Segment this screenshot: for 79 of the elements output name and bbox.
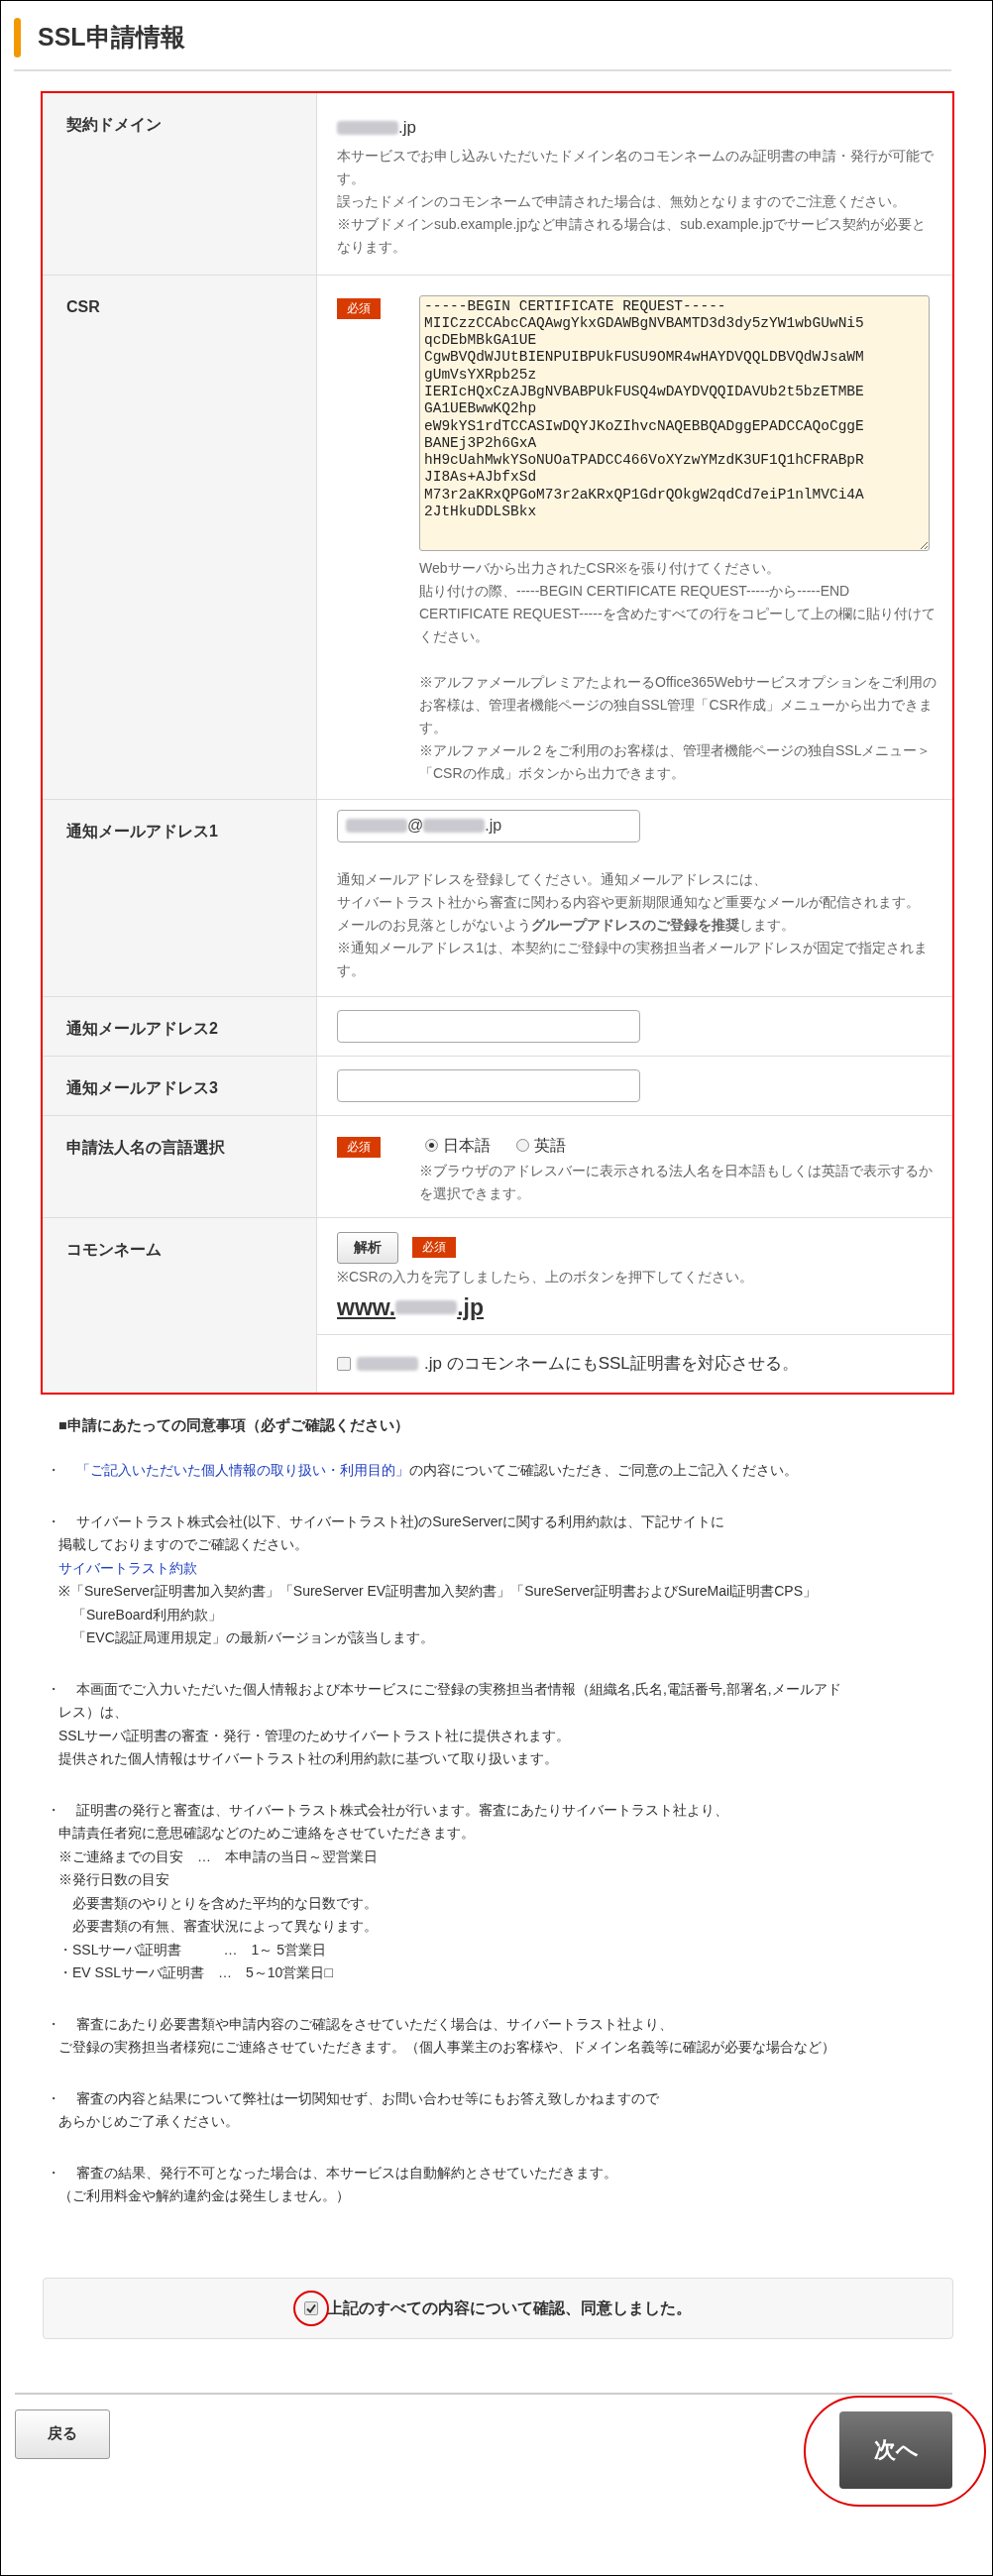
note-text: ※アルファメール２をご利用のお客様は、管理者機能ページの独自SSLメニュー＞「CSRの作成」ボタンから出力できます。 [419,740,933,783]
required-badge: 必須 [337,1136,381,1158]
email-field[interactable] [337,1068,640,1102]
agreement-heading: ■申請にあたっての同意事項（必ずご確認ください） [57,1415,410,1436]
agreement-text: あらかじめご了承ください。 [58,2113,239,2129]
agreement-text: ※発行日数の目安 [58,1871,169,1887]
agreement-text: 提供された個人情報はサイバートラスト社の利用約款に基づいて取り扱います。 [58,1750,558,1766]
bullet-mark: ・ [47,2163,58,2183]
agreement-text: 審査にあたり必要書類や申請内容のご確認をさせていただく場合は、サイバートラスト社より、 [76,2015,673,2032]
agreement-text: ・SSLサーバ証明書 … 1～ 5営業日 [58,1941,326,1958]
field-label: CSR [66,297,100,315]
note-text: ※サブドメインsub.example.jpなど申請される場合は、sub.example.jpでサービス契約が必要となります。 [337,214,928,257]
required-badge: 必須 [412,1237,456,1258]
back-button[interactable]: 戻る [15,2408,110,2459]
email-field[interactable] [337,1009,640,1043]
csr-textarea[interactable]: -----BEGIN CERTIFICATE REQUEST----- MIICzzCCAbcCAQAwgYkxGDAWBgNVBAMTD3d3dy5zYW1wbGUwNi5 qcDEbMBkGA1UE CgwBVQdWJUtBIENPUIBPUkFUSU9OMR4wHAYDVQQLDBVQdWJsaWM gUmVsYXRpb25z IERIcHQxCzAJBgNVBABPUkFUSQ4wDAYDVQQIDAVUb2t5bzETMBE GA1UEBwwKQ2hp eW9kYS1rdTCCASIwDQYJKoZIhvcNAQEBBQADggEPADCCAQoCggE BANEj3P2h6GxA hH9cUahMwkYSoNUOaTPADCC466VoXYzwYMzdK3UF1Q1hCFRABpR JI8As+AJbfxSd M73r2aKRxQPGoM73r2aKRxQP1GdrQOkgW2qdCd7eiP1nlMVCi4A 2JtHkuDDLSBkx [419,294,930,551]
field-label: 通知メールアドレス2 [66,1019,218,1037]
agreement-text: サイバートラスト株式会社(以下、サイバートラスト社)のSureServerに関する利用約款は、下記サイトに [76,1512,725,1529]
note-text: メールのお見落としがないようグループアドレスのご登録を推奨します。 [337,915,796,935]
blurred-text [395,1299,458,1314]
field-label: 通知メールアドレス3 [66,1078,218,1096]
note-text: 通知メールアドレスを登録してください。通知メールアドレスには、 [337,869,768,889]
radio-option[interactable]: 英語 [516,1133,566,1158]
agreement-text: SSLサーバ証明書の審査・発行・管理のためサイバートラスト社に提供されます。 [58,1727,571,1743]
agreement-text: 必要書類の有無、審査状況によって異なります。 [71,1918,378,1934]
agreement-text: ※「SureServer証明書加入契約書」「SureServer EV証明書加入契約書」「SureServer証明書およびSureMail証明書CPS」 [58,1583,817,1599]
note-text: 貼り付けの際、-----BEGIN CERTIFICATE REQUEST-----から-----END CERTIFICATE REQUEST-----を含めたすべての行をコピーして上の欄に貼り付けてください。 [419,581,937,646]
blurred-text [337,120,398,135]
common-name-text: .jp [457,1292,485,1322]
link[interactable]: サイバートラスト約款 [58,1559,197,1576]
common-name-text: www. [337,1292,396,1322]
option-label: .jp のコモンネームにもSSL証明書を対応させる。 [424,1353,799,1375]
bullet-mark: ・ [47,1800,58,1820]
agreement-text: 掲載しておりますのでご確認ください。 [58,1536,308,1552]
radio-option[interactable]: 日本語 [425,1133,491,1158]
email-field[interactable]: @ .jp [337,809,640,842]
checkbox[interactable] [304,2300,318,2315]
bullet-mark: ・ [47,2088,58,2108]
agreement-text: レス）は、 [58,1704,128,1720]
blurred-text [357,1356,418,1371]
domain-text: .jp [398,117,416,139]
agreement-text: 本画面でご入力いただいた個人情報および本サービスにご登録の実務担当者情報（組織名,氏名,電話番号,部署名,メールアド [76,1680,841,1697]
note-text: ※アルファメールプレミアたよれーるOffice365Webサービスオプションをご利用のお客様は、管理者機能ページの独自SSL管理「CSR作成」メニューから出力できます。 [419,672,938,737]
agreement-text: 「EVC認証局運用規定」の最新バージョンが該当します。 [71,1629,434,1645]
checkbox[interactable] [337,1356,351,1371]
agreement-text: 申請責任者宛に意思確認などのためご連絡をさせていただきます。 [58,1825,475,1841]
note-text: 本サービスでお申し込みいただいたドメイン名のコモンネームのみ証明書の申請・発行が可能です。 [337,146,935,188]
blurred-text [423,819,486,833]
note-text: Webサーバから出力されたCSR※を張り付けてください。 [419,558,782,578]
note-text: ※ブラウザのアドレスバーに表示される法人名を日本語もしくは英語で表示するかを選択できます。 [419,1161,934,1203]
note-text: ※CSRの入力を完了しましたら、上のボタンを押下してください。 [337,1267,754,1287]
accent-bar [14,18,21,57]
agreement-text: ご登録の実務担当者様宛にご連絡させていただきます。（個人事業主のお客様や、ドメイン名義等に確認が必要な場合など） [58,2039,835,2055]
required-badge: 必須 [337,297,381,319]
field-label: 契約ドメイン [66,116,162,133]
field-label: コモンネーム [66,1240,162,1258]
bullet-mark: ・ [47,2014,58,2034]
link[interactable]: 「ご記入いただいた個人情報の取り扱い・利用目的」 [76,1462,409,1478]
analyze-button[interactable]: 解析 [337,1231,398,1264]
blurred-text [346,819,407,833]
note-text: ※通知メールアドレス1は、本契約にご登録中の実務担当者メールアドレスが固定で指定されます。 [337,938,929,980]
agreement-text: ※ご連絡までの目安 … 本申請の当日～翌営業日 [58,1848,378,1864]
bullet-mark: ・ [47,1679,58,1699]
agreement-text: （ご利用料金や解約違約金は発生しません。） [58,2187,350,2203]
agreement-text: ・EV SSLサーバ証明書 … 5～10営業日□ [58,1964,333,1980]
note-text: サイバートラスト社から審査に関わる内容や更新期限通知など重要なメールが配信されます。 [337,892,921,912]
agreement-text: 証明書の発行と審査は、サイバートラスト株式会社が行います。審査にあたりサイバートラスト社より、 [76,1801,728,1818]
field-label: 通知メールアドレス1 [66,822,218,840]
agreement-text: 審査の内容と結果について弊社は一切関知せず、お問い合わせ等にもお答え致しかねますので [76,2089,659,2106]
bullet-mark: ・ [47,1461,58,1480]
agreement-text: 審査の結果、発行不可となった場合は、本サービスは自動解約とさせていただきます。 [76,2164,617,2181]
note-text: 誤ったドメインのコモンネームで申請された場合は、無効となりますのでご注意ください。 [337,191,907,211]
bullet-mark: ・ [47,1512,58,1531]
agreement-text: 必要書類のやりとりを含めた平均的な日数です。 [71,1894,378,1911]
field-label: 申請法人名の言語選択 [66,1138,225,1156]
page-title: SSL申請情報 [38,22,185,54]
agreement-text: 「SureBoard利用約款」 [71,1606,222,1623]
next-button[interactable]: 次へ [839,2410,952,2489]
agreement-text: の内容についてご確認いただき、ご同意の上ご記入ください。 [409,1462,798,1478]
